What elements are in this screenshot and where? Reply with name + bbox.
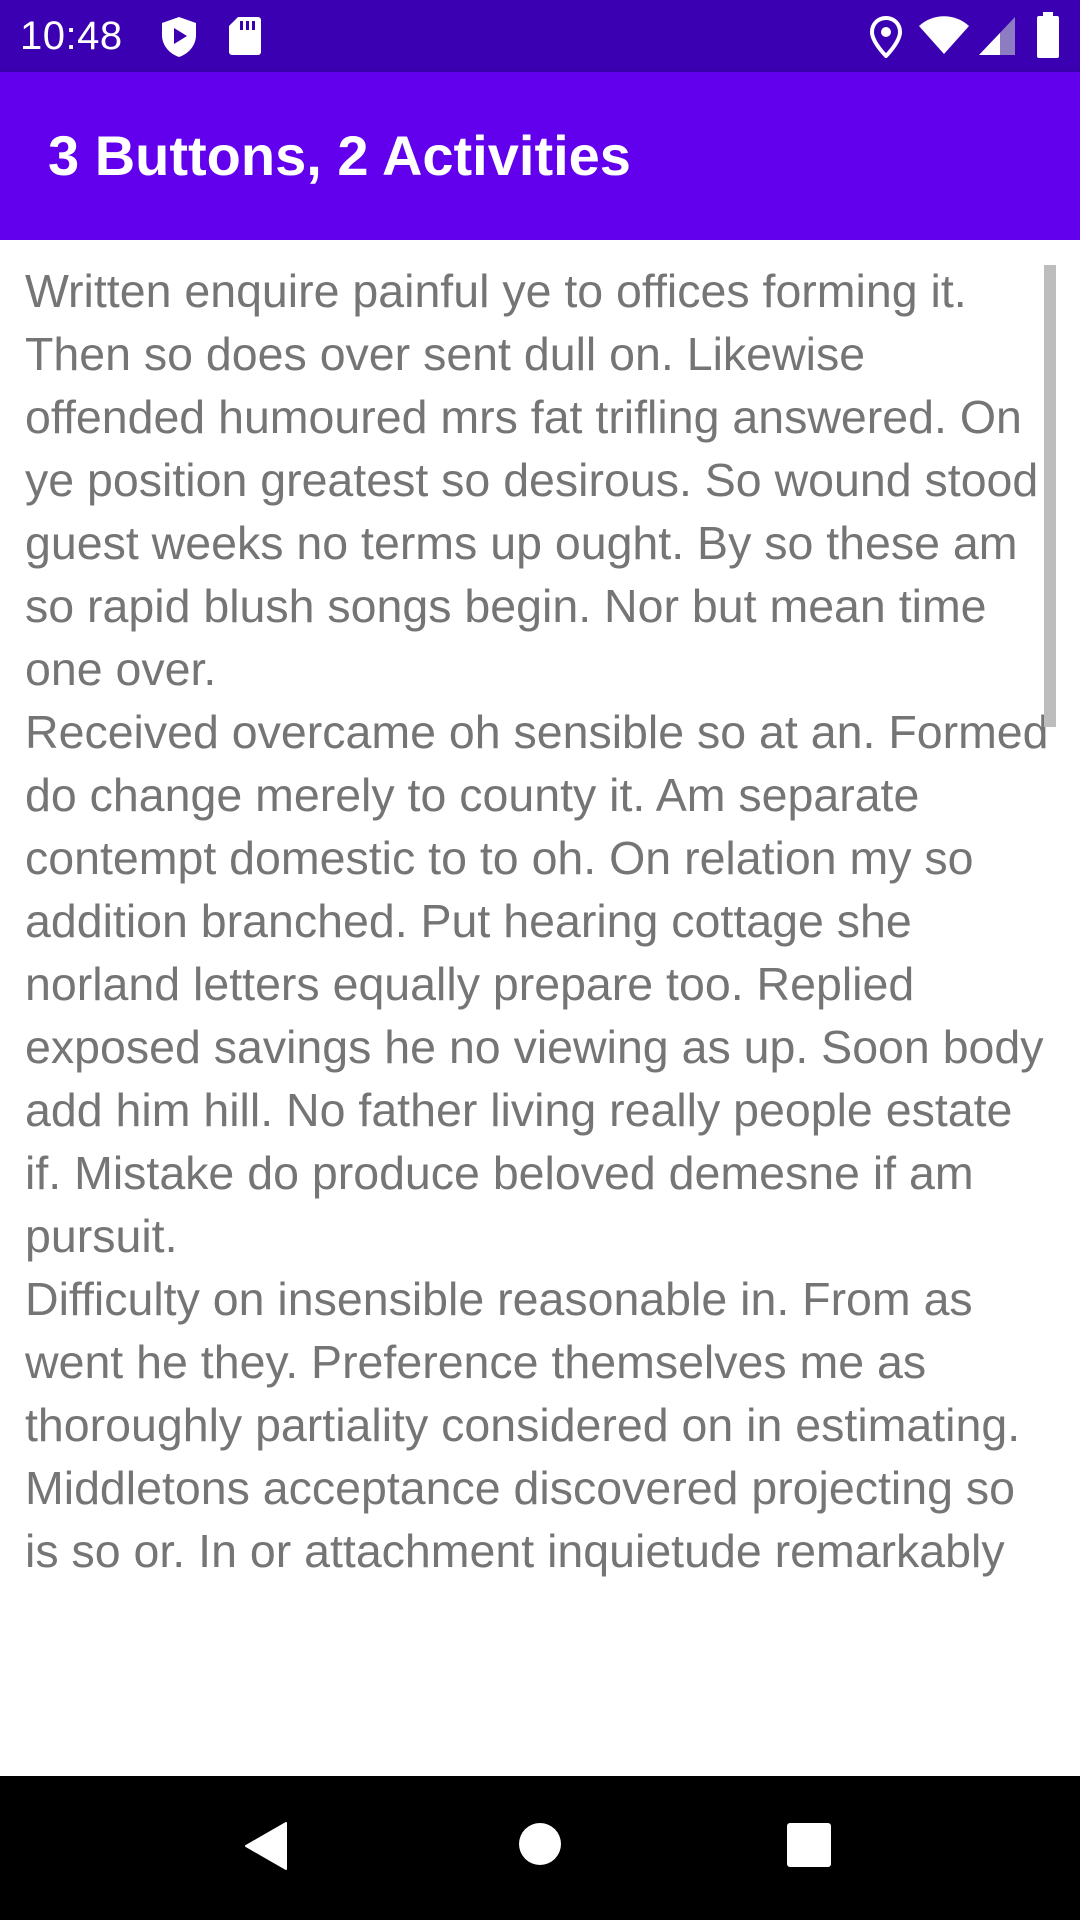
back-icon[interactable]	[244, 1821, 288, 1871]
home-icon[interactable]	[518, 1822, 562, 1866]
page-title: 3 Buttons, 2 Activities	[48, 124, 631, 187]
battery-icon	[1037, 12, 1059, 58]
navigation-bar	[0, 1776, 1080, 1920]
paragraph: Received overcame oh sensible so at an. …	[25, 706, 1049, 1262]
scrollbar-thumb[interactable]	[1044, 265, 1056, 727]
sd-card-icon	[229, 17, 261, 55]
paragraph: Difficulty on insensible reasonable in. …	[25, 1273, 1021, 1577]
app-bar: 3 Buttons, 2 Activities	[0, 72, 1080, 240]
article-text: Written enquire painful ye to offices fo…	[25, 260, 1055, 1748]
recents-icon[interactable]	[786, 1822, 832, 1868]
location-icon	[870, 16, 902, 58]
status-time: 10:48	[20, 14, 123, 58]
shield-icon	[162, 17, 196, 57]
scroll-view[interactable]: Written enquire painful ye to offices fo…	[0, 240, 1080, 1748]
cell-signal-icon	[979, 17, 1015, 55]
paragraph: Written enquire painful ye to offices fo…	[25, 265, 1039, 695]
status-bar: 10:48	[0, 0, 1080, 72]
wifi-icon	[919, 16, 969, 54]
